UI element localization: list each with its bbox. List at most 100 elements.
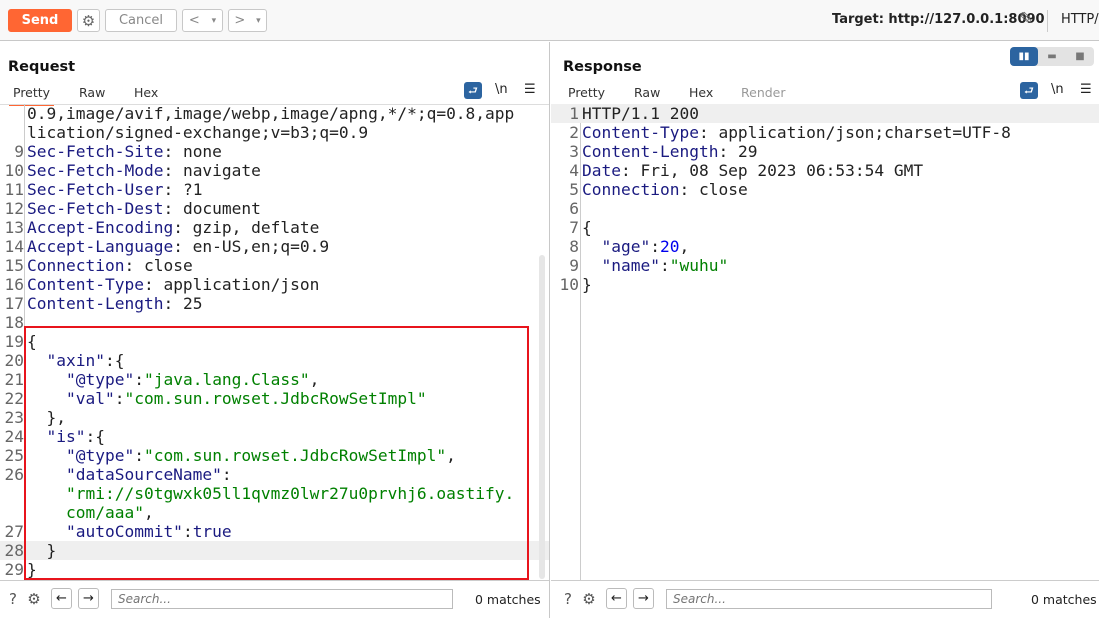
http-version-selector[interactable]: HTTP/1 <box>1061 12 1099 27</box>
response-panel: ▮▮ ▬ ■ Response Pretty Raw Hex Render ⮐ … <box>551 42 1099 618</box>
line-number: 3 <box>569 142 579 161</box>
code-token: } <box>27 560 37 579</box>
chevron-right-icon: > <box>234 13 246 28</box>
code-line: 5 Connection: close <box>551 180 1099 199</box>
prev-match-button[interactable]: ← <box>51 588 72 609</box>
newline-toggle[interactable]: \n <box>495 82 508 97</box>
code-token: : <box>659 256 670 275</box>
dropdown-icon[interactable]: ▾ <box>256 16 261 26</box>
code-token: } <box>582 275 592 294</box>
code-line: 22 "val":"com.sun.rowset.JdbcRowSetImpl" <box>0 389 549 408</box>
single-pane-icon[interactable]: ■ <box>1066 47 1094 66</box>
settings-gear-icon[interactable]: ⚙ <box>579 589 599 609</box>
target-label: Target: http://127.0.0.1:8090 <box>832 12 1045 27</box>
line-number: 24 <box>4 427 25 446</box>
code-line: lication/signed-exchange;v=b3;q=0.9 <box>0 123 549 142</box>
code-token: Connection <box>582 180 680 199</box>
response-editor[interactable]: 1 HTTP/1.1 200 2 Content-Type: application/… <box>551 104 1099 580</box>
settings-gear-icon[interactable]: ⚙ <box>77 9 100 32</box>
code-token: "age" <box>601 237 651 256</box>
line-number: 20 <box>4 351 25 370</box>
back-button[interactable]: < ▾ <box>182 9 223 32</box>
line-number: 28 <box>4 541 25 560</box>
line-number: 2 <box>569 123 579 142</box>
tab-render[interactable]: Render <box>737 85 790 100</box>
code-token: } <box>27 541 57 560</box>
code-token: Sec-Fetch-User <box>27 180 164 199</box>
code-token: com/aaa" <box>65 503 144 522</box>
menu-icon[interactable]: ☰ <box>1080 82 1092 97</box>
match-count: 0 matches <box>1031 592 1097 607</box>
request-editor[interactable]: 0.9,image/avif,image/webp,image/apng,*/*… <box>0 104 549 580</box>
code-token: "com.sun.rowset.JdbcRowSetImpl" <box>124 389 427 408</box>
split-vertical-icon[interactable]: ▮▮ <box>1010 47 1038 66</box>
send-button[interactable]: Send <box>8 9 72 32</box>
code-token: Sec-Fetch-Mode <box>27 161 164 180</box>
help-icon[interactable]: ? <box>3 589 23 609</box>
code-token: , <box>143 503 154 522</box>
settings-gear-icon[interactable]: ⚙ <box>24 589 44 609</box>
code-line: 23 }, <box>0 408 549 427</box>
code-token: "axin" <box>46 351 105 370</box>
tab-pretty[interactable]: Pretty <box>564 85 610 106</box>
code-line: 19{ <box>0 332 549 351</box>
menu-icon[interactable]: ☰ <box>524 82 536 97</box>
split-horizontal-icon[interactable]: ▬ <box>1038 47 1066 66</box>
line-number: 21 <box>4 370 25 389</box>
code-token: lication/signed-exchange;v=b3;q=0.9 <box>27 123 369 142</box>
tab-raw[interactable]: Raw <box>630 85 664 100</box>
word-wrap-icon[interactable]: ⮐ <box>1020 82 1038 99</box>
panel-title: Request <box>8 59 76 75</box>
line-number: 18 <box>4 313 25 332</box>
scrollbar[interactable] <box>539 255 545 579</box>
search-input[interactable] <box>111 589 453 609</box>
code-token: "autoCommit" <box>65 522 183 541</box>
search-input[interactable] <box>666 589 992 609</box>
newline-toggle[interactable]: \n <box>1051 82 1064 97</box>
code-line: 15 Connection: close <box>0 256 549 275</box>
toolbar: Send ⚙ Cancel < ▾ > ▾ Target: http://127.0… <box>0 0 1099 41</box>
code-line: 0.9,image/avif,image/webp,image/apng,*/*… <box>0 104 549 123</box>
cancel-button[interactable]: Cancel <box>105 9 177 32</box>
code-token: HTTP/1.1 200 <box>582 104 699 123</box>
next-match-button[interactable]: → <box>78 588 99 609</box>
line-number: 25 <box>4 446 25 465</box>
line-number: 9 <box>14 142 24 161</box>
code-line: 6 <box>551 199 1099 218</box>
line-number: 29 <box>4 560 25 579</box>
code-token: "com.sun.rowset.JdbcRowSetImpl" <box>143 446 447 465</box>
tab-pretty[interactable]: Pretty <box>9 85 55 106</box>
code-line: 24 "is":{ <box>0 427 549 446</box>
code-token: "@type" <box>65 370 135 389</box>
code-token: true <box>192 522 232 541</box>
line-number: 15 <box>4 256 25 275</box>
prev-match-button[interactable]: ← <box>606 588 627 609</box>
code-token: : close <box>679 180 748 199</box>
layout-toggle[interactable]: ▮▮ ▬ ■ <box>1010 47 1094 66</box>
code-line: "rmi://s0tgwxk05ll1qvmz0lwr27u0prvhj6.oa… <box>0 484 549 503</box>
word-wrap-icon[interactable]: ⮐ <box>464 82 482 99</box>
dropdown-icon[interactable]: ▾ <box>212 16 217 26</box>
chevron-left-icon: < <box>188 13 200 28</box>
code-token: Content-Type <box>27 275 144 294</box>
code-token: , <box>679 237 690 256</box>
tab-hex[interactable]: Hex <box>130 85 162 100</box>
tab-raw[interactable]: Raw <box>75 85 109 100</box>
code-token: : <box>134 370 144 389</box>
tab-hex[interactable]: Hex <box>685 85 717 100</box>
next-match-button[interactable]: → <box>633 588 654 609</box>
line-number: 7 <box>569 218 579 237</box>
code-token: "rmi://s0tgwxk05ll1qvmz0lwr27u0prvhj6.oa… <box>65 484 515 503</box>
edit-pencil-icon[interactable]: ✎ <box>1019 9 1033 29</box>
forward-button[interactable]: > ▾ <box>228 9 267 32</box>
code-token: : <box>114 389 125 408</box>
code-line: 12 Sec-Fetch-Dest: document <box>0 199 549 218</box>
help-icon[interactable]: ? <box>558 589 578 609</box>
panel-title: Response <box>563 59 642 75</box>
code-line: 16 Content-Type: application/json <box>0 275 549 294</box>
code-token: : <box>221 465 232 484</box>
